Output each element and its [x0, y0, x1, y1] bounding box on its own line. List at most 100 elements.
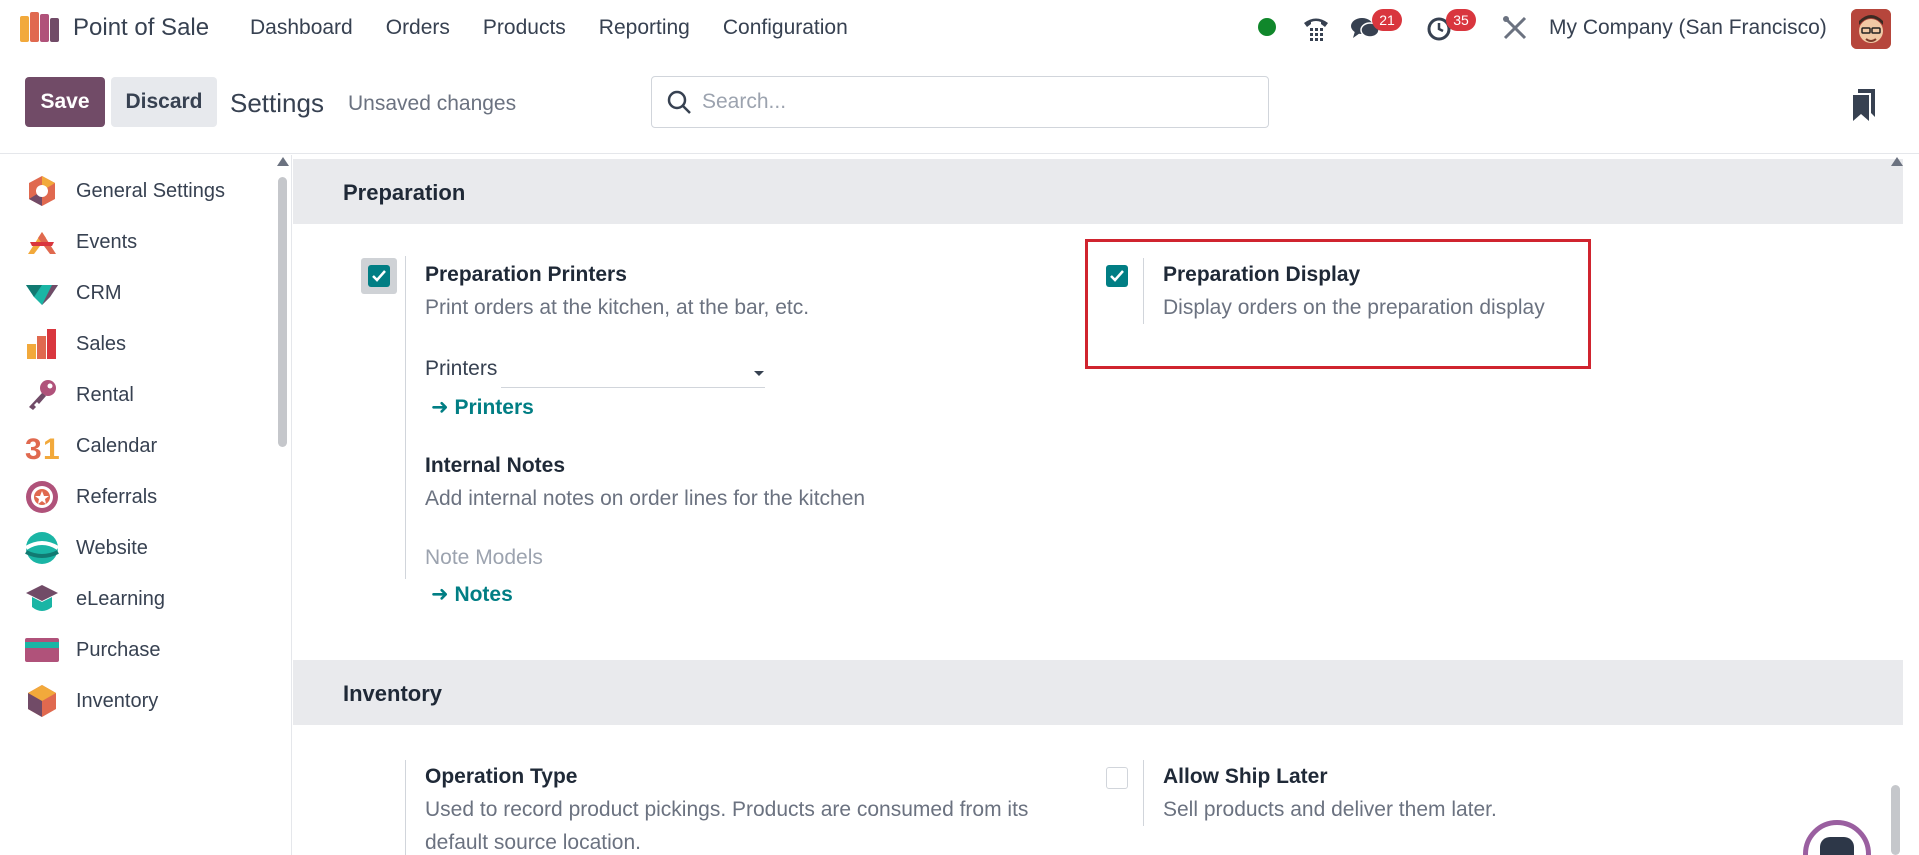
- pos-app-icon[interactable]: [20, 12, 60, 44]
- sidebar-item-label: Calendar: [76, 434, 158, 457]
- menu-orders[interactable]: Orders: [386, 16, 450, 40]
- sidebar-item-general-settings[interactable]: General Settings: [0, 166, 270, 216]
- arrow-right-icon: ➜: [431, 396, 455, 419]
- page-title: Settings: [230, 88, 324, 118]
- link-label: Notes: [454, 583, 513, 606]
- sidebar-item-label: CRM: [76, 281, 122, 304]
- preparation-display-checkbox[interactable]: [1106, 265, 1128, 287]
- crm-icon: [26, 285, 58, 305]
- sidebar-item-calendar[interactable]: 3 1 Calendar: [0, 421, 270, 471]
- website-icon: [24, 532, 60, 564]
- arrow-right-icon: ➜: [431, 583, 455, 606]
- control-panel: Save Discard Settings Unsaved changes: [0, 58, 1919, 154]
- save-button[interactable]: Save: [25, 77, 105, 127]
- chevron-down-icon: [754, 371, 764, 376]
- menu-configuration[interactable]: Configuration: [723, 16, 848, 40]
- main-menu: Dashboard Orders Products Reporting Conf…: [250, 16, 881, 40]
- sidebar-item-rental[interactable]: Rental: [0, 370, 270, 420]
- settings-content: Preparation Preparation Printers Print o…: [293, 155, 1903, 855]
- sidebar-item-label: Rental: [76, 383, 134, 406]
- section-title: Preparation: [343, 180, 466, 205]
- activities-badge: 35: [1446, 9, 1476, 31]
- preparation-display-title: Preparation Display: [1163, 263, 1361, 286]
- calendar-icon: 3 1: [25, 433, 60, 464]
- printers-field-label: Printers: [425, 357, 498, 380]
- sidebar-scrollbar[interactable]: [278, 177, 287, 447]
- sidebar-item-label: Sales: [76, 332, 127, 355]
- setting-divider: [1143, 258, 1144, 324]
- printers-select[interactable]: [501, 358, 765, 388]
- elearning-icon: [26, 585, 58, 611]
- sidebar-scroll-up-icon[interactable]: [277, 157, 289, 166]
- discard-button[interactable]: Discard: [111, 77, 217, 127]
- allow-ship-later-title: Allow Ship Later: [1163, 765, 1328, 788]
- content-scroll-thumb[interactable]: [1891, 785, 1900, 855]
- internal-notes-desc: Add internal notes on order lines for th…: [425, 487, 866, 510]
- purchase-icon: [25, 638, 59, 662]
- setting-divider: [1143, 760, 1144, 826]
- livechat-bot-icon[interactable]: [1803, 820, 1871, 855]
- preparation-printers-desc: Print orders at the kitchen, at the bar,…: [425, 296, 810, 319]
- menu-products[interactable]: Products: [483, 16, 566, 40]
- sidebar-item-sales[interactable]: Sales: [0, 319, 270, 369]
- user-avatar[interactable]: [1851, 9, 1891, 49]
- scroll-up-icon[interactable]: [1891, 157, 1903, 166]
- rental-icon: [29, 380, 56, 410]
- content-scrollbar[interactable]: [1887, 155, 1903, 855]
- sidebar-item-label: Website: [76, 536, 148, 559]
- odoo-icon: [29, 176, 55, 206]
- bookmarks-icon[interactable]: [1853, 89, 1875, 121]
- printers-link[interactable]: ➜ Printers: [431, 395, 534, 420]
- checkmark-icon: [372, 270, 386, 282]
- notes-link[interactable]: ➜ Notes: [431, 582, 513, 607]
- operation-type-title: Operation Type: [425, 765, 578, 788]
- app-name[interactable]: Point of Sale: [73, 14, 209, 42]
- debug-tools-icon[interactable]: [1500, 14, 1530, 42]
- preparation-printers-title: Preparation Printers: [425, 263, 627, 286]
- sidebar-item-inventory[interactable]: Inventory: [0, 676, 270, 726]
- phone-icon[interactable]: [1301, 14, 1331, 42]
- sidebar-item-label: eLearning: [76, 587, 165, 610]
- user-avatar-image: [1851, 9, 1891, 49]
- sidebar-item-website[interactable]: Website: [0, 523, 270, 573]
- svg-text:3: 3: [25, 433, 42, 464]
- top-navbar: Point of Sale Dashboard Orders Products …: [0, 0, 1919, 58]
- company-switcher[interactable]: My Company (San Francisco): [1549, 16, 1827, 40]
- setting-divider: [405, 760, 406, 855]
- link-label: Printers: [454, 396, 534, 419]
- preparation-display-desc: Display orders on the preparation displa…: [1163, 296, 1545, 319]
- search-icon: [667, 90, 691, 114]
- events-icon: [28, 232, 56, 254]
- inventory-icon: [28, 685, 56, 717]
- sidebar-item-crm[interactable]: CRM: [0, 268, 270, 318]
- presence-status-icon[interactable]: [1258, 18, 1276, 36]
- search-box[interactable]: [651, 76, 1269, 128]
- menu-reporting[interactable]: Reporting: [599, 16, 690, 40]
- section-header-preparation: Preparation: [293, 159, 1903, 224]
- sidebar-item-label: Referrals: [76, 485, 158, 508]
- sidebar-item-purchase[interactable]: Purchase: [0, 625, 270, 675]
- operation-type-desc-cont: default source location.: [425, 831, 641, 854]
- allow-ship-later-desc: Sell products and deliver them later.: [1163, 798, 1497, 821]
- section-header-inventory: Inventory: [293, 660, 1903, 725]
- checkmark-icon: [1110, 270, 1124, 282]
- preparation-printers-checkbox[interactable]: [368, 265, 390, 287]
- svg-text:1: 1: [43, 433, 60, 464]
- sidebar-item-events[interactable]: Events: [0, 217, 270, 267]
- sidebar-item-label: Inventory: [76, 689, 159, 712]
- sidebar-item-elearning[interactable]: eLearning: [0, 574, 270, 624]
- note-models-label: Note Models: [425, 546, 543, 569]
- messages-badge: 21: [1372, 9, 1402, 31]
- referrals-icon: [26, 481, 58, 513]
- menu-dashboard[interactable]: Dashboard: [250, 16, 353, 40]
- setting-divider: [405, 256, 406, 579]
- allow-ship-later-checkbox[interactable]: [1106, 767, 1128, 789]
- search-input[interactable]: [702, 87, 1252, 117]
- sidebar-item-referrals[interactable]: Referrals: [0, 472, 270, 522]
- settings-sidebar: General Settings Events CRM Sales Rental…: [0, 155, 292, 855]
- operation-type-desc: Used to record product pickings. Product…: [425, 798, 1029, 821]
- internal-notes-title: Internal Notes: [425, 454, 566, 477]
- sidebar-item-label: Purchase: [76, 638, 161, 661]
- unsaved-changes-indicator: Unsaved changes: [348, 92, 517, 115]
- section-title: Inventory: [343, 681, 443, 706]
